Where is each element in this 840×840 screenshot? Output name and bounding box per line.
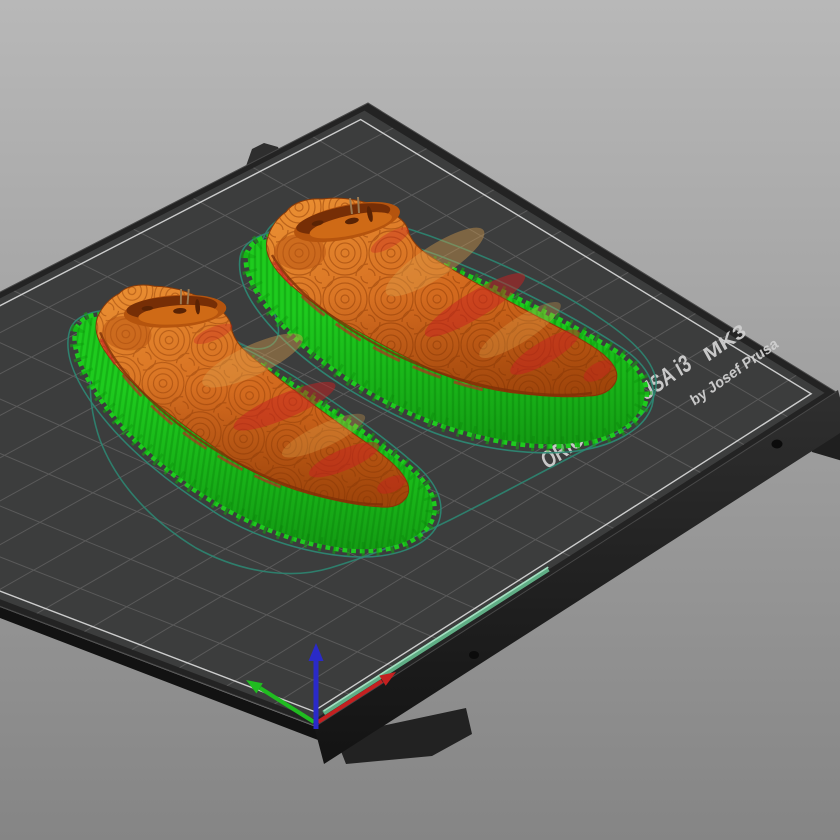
bed-screw-hole [772, 440, 783, 449]
print-bed: ORIGINAL PRUSA i3 MK3 by Josef Prusa [0, 103, 840, 764]
slicer-3d-viewport[interactable]: ORIGINAL PRUSA i3 MK3 by Josef Prusa [0, 0, 840, 840]
viewport-background: ORIGINAL PRUSA i3 MK3 by Josef Prusa [0, 0, 840, 840]
bed-screw-hole [469, 651, 479, 659]
